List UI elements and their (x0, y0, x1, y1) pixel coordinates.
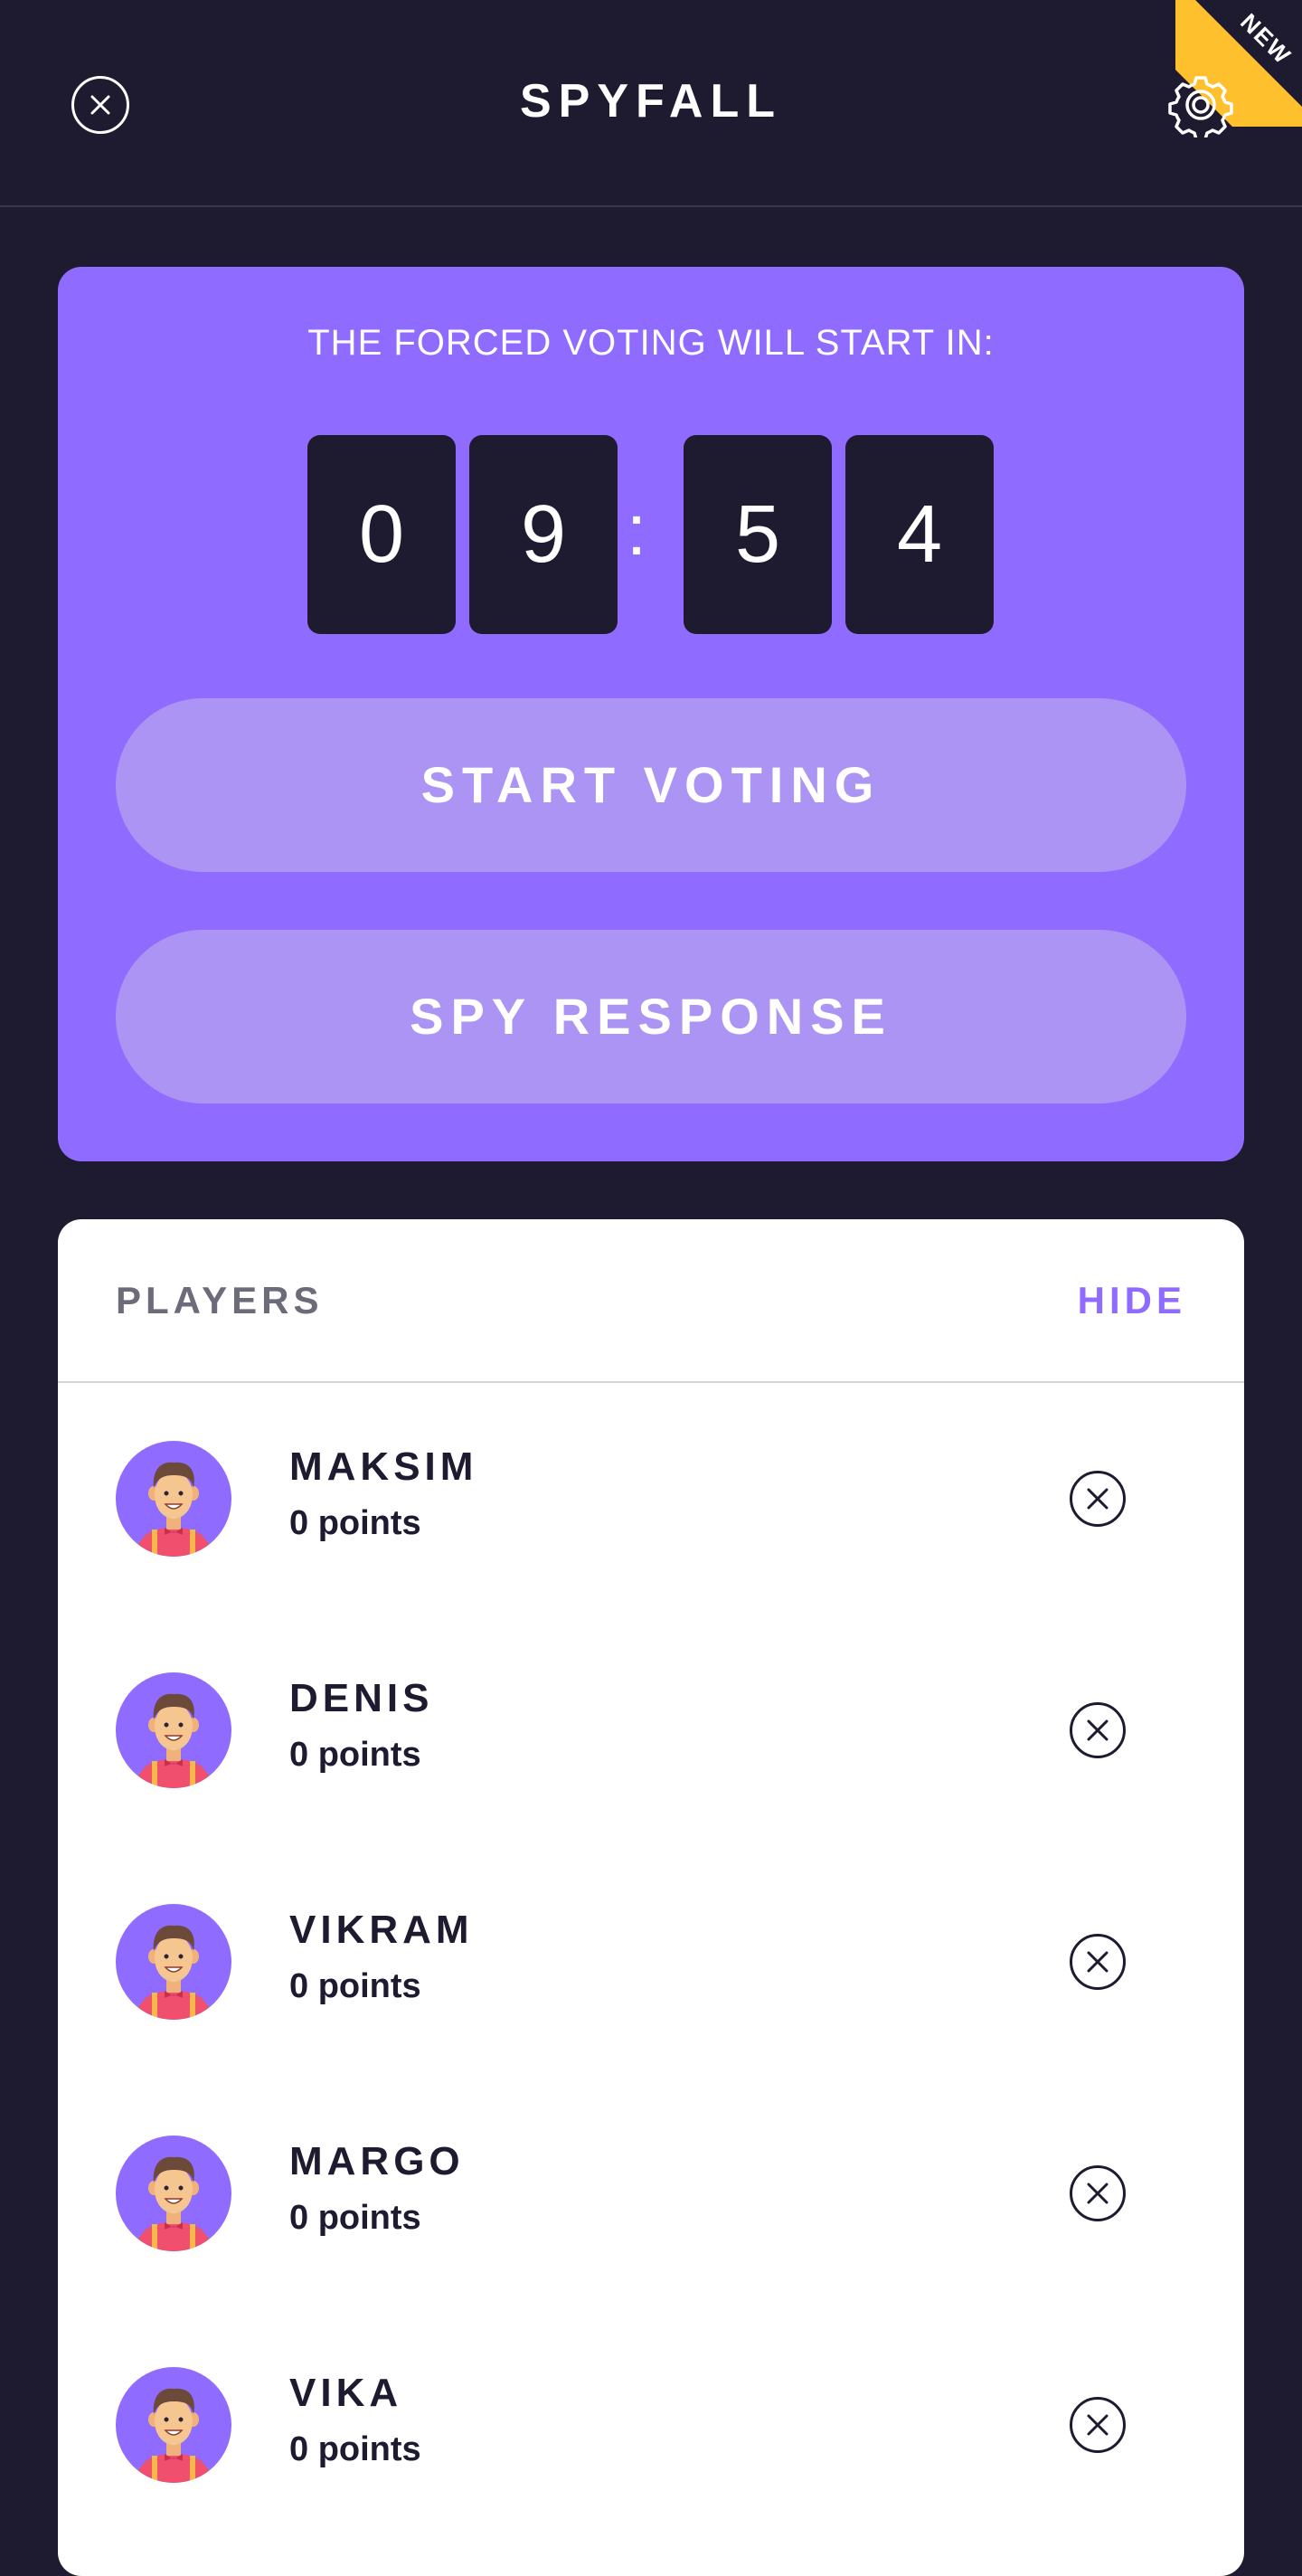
player-points: 0 points (289, 2199, 421, 2237)
remove-player-button[interactable] (1069, 1470, 1127, 1528)
player-name: MAKSIM (289, 1444, 478, 1489)
hide-players-button[interactable]: HIDE (1078, 1279, 1186, 1322)
player-row: MAKSIM 0 points (58, 1383, 1244, 1615)
players-card: PLAYERS HIDE MAKSIM 0 points DENIS 0 poi… (58, 1219, 1244, 2576)
settings-button[interactable] (1168, 72, 1233, 141)
player-avatar-icon (116, 2136, 231, 2251)
timer-digit-seconds-tens: 5 (684, 435, 832, 634)
player-avatar-icon (116, 1904, 231, 2020)
player-row: DENIS 0 points (58, 1615, 1244, 1846)
player-points: 0 points (289, 2430, 421, 2468)
timer-caption: THE FORCED VOTING WILL START IN: (307, 323, 995, 363)
player-row: MARGO 0 points (58, 2078, 1244, 2309)
player-points: 0 points (289, 1736, 421, 1774)
page-title: SPYFALL (519, 75, 783, 128)
timer-separator: : (626, 489, 647, 570)
timer-digit-minutes-ones: 9 (469, 435, 618, 634)
player-avatar-icon (116, 1441, 231, 1557)
player-points: 0 points (289, 1504, 421, 1542)
players-title: PLAYERS (116, 1279, 324, 1321)
player-name: DENIS (289, 1676, 434, 1720)
remove-player-button[interactable] (1069, 1933, 1127, 1991)
player-points: 0 points (289, 1967, 421, 2005)
player-avatar-icon (116, 1672, 231, 1788)
top-bar: SPYFALL NEW (0, 0, 1302, 207)
timer-card: THE FORCED VOTING WILL START IN: 0 9 : 5… (58, 267, 1244, 1161)
player-name: VIKRAM (289, 1908, 474, 1952)
start-voting-button[interactable]: START VOTING (116, 698, 1186, 872)
player-row: VIKA 0 points (58, 2309, 1244, 2541)
spy-response-button[interactable]: SPY RESPONSE (116, 930, 1186, 1103)
player-name: VIKA (289, 2371, 403, 2415)
timer-digit-seconds-ones: 4 (845, 435, 994, 634)
gear-icon (1168, 76, 1233, 141)
player-row: VIKRAM 0 points (58, 1846, 1244, 2078)
player-avatar-icon (116, 2367, 231, 2483)
remove-player-button[interactable] (1069, 2396, 1127, 2454)
players-header: PLAYERS HIDE (58, 1219, 1244, 1383)
player-name: MARGO (289, 2139, 465, 2183)
remove-player-button[interactable] (1069, 2164, 1127, 2222)
remove-player-button[interactable] (1069, 1701, 1127, 1759)
timer-digit-minutes-tens: 0 (307, 435, 456, 634)
